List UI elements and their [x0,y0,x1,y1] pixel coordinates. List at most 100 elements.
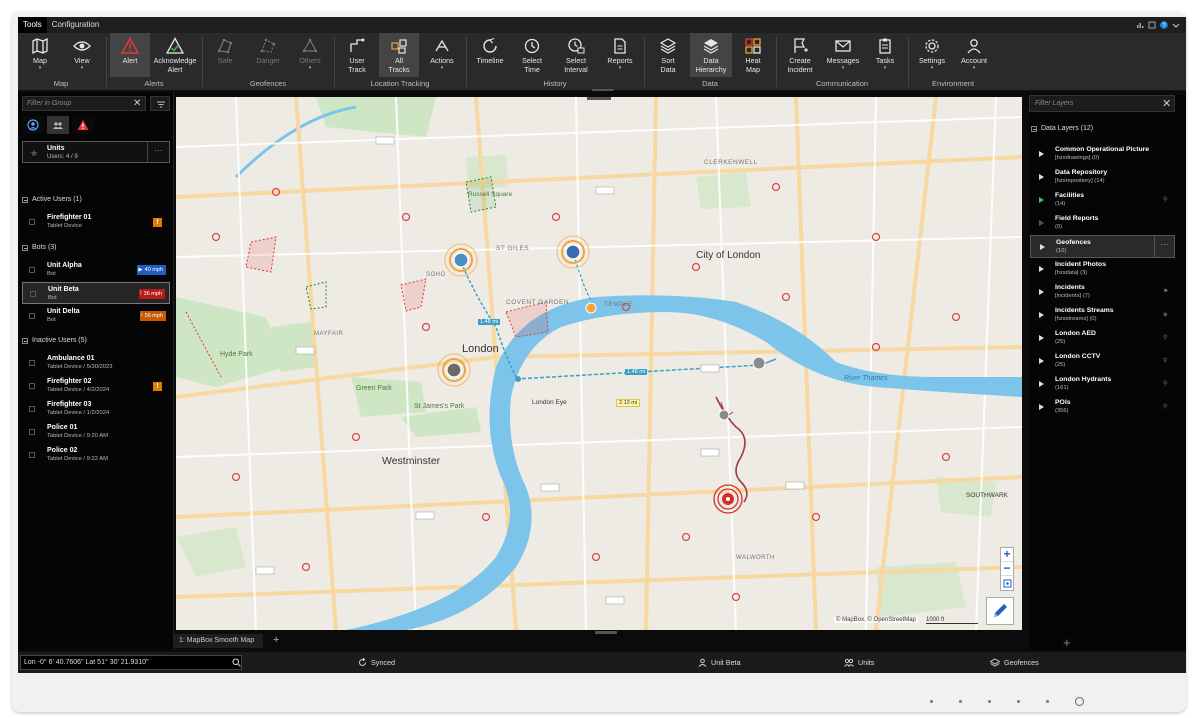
window-icon[interactable] [1148,21,1156,29]
draw-button[interactable] [986,597,1014,625]
layer-item[interactable]: Field Reports (0) [1030,212,1175,235]
list-item[interactable]: Unit Delta Bot ! 56 mph [22,305,170,327]
list-item[interactable]: Unit Alpha Bot ▶ 40 mph [22,259,170,281]
expand-icon[interactable] [1040,244,1045,250]
item-checkbox[interactable] [29,360,35,366]
map-canvas[interactable]: London City of London Westminster ST GIL… [176,97,1022,630]
item-checkbox[interactable] [29,383,35,389]
item-checkbox[interactable] [29,406,35,412]
item-checkbox[interactable] [29,219,35,225]
layer-filter-input[interactable]: Filter Layers [1029,95,1175,112]
tab-users[interactable] [22,116,44,134]
add-map-button[interactable]: + [273,634,279,647]
expand-icon[interactable] [1039,312,1044,318]
list-item[interactable]: Firefighter 03 Tablet Device / 1/2/2024 [22,398,170,420]
section-active-users[interactable]: Active Users (1) [22,196,82,203]
data-layers-header[interactable]: Data Layers (12) [1031,125,1093,132]
expand-icon[interactable] [1039,381,1044,387]
bezel-button[interactable] [930,700,933,703]
data-hierarchy-button[interactable]: Data Hierarchy [690,33,732,77]
tab-groups[interactable] [47,116,69,134]
list-item[interactable]: Ambulance 01 Tablet Device / 5/30/2023 [22,352,170,374]
item-checkbox[interactable] [30,291,36,297]
add-layer-button[interactable]: + [1063,635,1071,650]
list-item-selected[interactable]: Unit Beta Bot ! 36 mph [22,282,170,304]
expand-icon[interactable] [1039,197,1044,203]
units-group-card[interactable]: Units Users: 4 / 9 ··· [22,141,170,163]
item-checkbox[interactable] [29,429,35,435]
layer-item[interactable]: Common Operational Picture [hzsdrawings] … [1030,143,1175,166]
group-filter-input[interactable]: Filter in Group [22,96,146,111]
map-button[interactable]: Map ▾ [20,33,60,77]
layer-item[interactable]: POIs (356) ⚲ [1030,396,1175,419]
expand-icon[interactable] [1039,289,1044,295]
item-checkbox[interactable] [29,267,35,273]
expand-icon[interactable] [1039,174,1044,180]
units-status[interactable]: Units [844,658,874,667]
layer-item[interactable]: London Hydrants (161) ⚲ [1030,373,1175,396]
selected-unit-status[interactable]: Unit Beta [698,658,741,667]
search-icon[interactable] [232,658,241,667]
sort-data-button[interactable]: Sort Data [648,33,688,77]
expand-icon[interactable] [1039,220,1044,226]
close-icon[interactable]: ✕ [1162,97,1171,110]
expand-icon[interactable] [1039,358,1044,364]
close-icon[interactable]: ✕ [133,99,141,109]
coordinates-readout[interactable]: Lon -0° 6' 40.7606" Lat 51° 30' 21.9310" [20,655,242,670]
layer-item[interactable]: London CCTV (25) ⚲ [1030,350,1175,373]
collapse-icon[interactable] [22,337,28,344]
settings-button[interactable]: Settings ▾ [912,33,952,77]
tasks-button[interactable]: Tasks ▾ [866,33,904,77]
expand-icon[interactable] [1039,404,1044,410]
view-button[interactable]: View ▾ [62,33,102,77]
filter-button[interactable] [150,96,170,111]
tab-tools[interactable]: Tools [18,17,47,33]
acknowledge-alert-button[interactable]: Acknowledge Alert [152,33,198,77]
expand-icon[interactable] [1039,266,1044,272]
ribbon-collapse-handle[interactable] [592,89,614,91]
list-item[interactable]: Firefighter 01 Tablet Device ! [22,211,170,233]
section-bots[interactable]: Bots (3) [22,244,57,251]
layer-item[interactable]: London AED (25) ⚲ [1030,327,1175,350]
item-checkbox[interactable] [29,313,35,319]
layer-item[interactable]: Data Repository [hzsrepository] (14) [1030,166,1175,189]
expand-icon[interactable] [1039,335,1044,341]
zoom-out-button[interactable]: − [1001,562,1013,576]
chevron-down-icon[interactable] [1172,21,1180,29]
safe-button[interactable]: Safe [206,33,244,77]
others-button[interactable]: Others ▾ [290,33,330,77]
map-tab[interactable]: 1: MapBox Smooth Map [173,634,263,648]
list-item[interactable]: Police 01 Tablet Device / 9:20 AM [22,421,170,443]
danger-button[interactable]: Danger [248,33,288,77]
bezel-button[interactable] [1046,700,1049,703]
tab-alerts[interactable] [72,116,94,134]
power-icon[interactable] [1075,697,1084,706]
expand-icon[interactable] [1039,151,1044,157]
messages-button[interactable]: Messages ▾ [822,33,864,77]
collapse-icon[interactable] [22,244,28,251]
user-track-button[interactable]: User Track [338,33,376,77]
zoom-in-button[interactable]: + [1001,548,1013,562]
actions-button[interactable]: Actions ▾ [422,33,462,77]
layer-item[interactable]: Incidents [incidents] (7) ⚑ [1030,281,1175,304]
geofences-status[interactable]: Geofences [990,658,1039,667]
bezel-button[interactable] [959,700,962,703]
collapse-icon[interactable] [22,196,28,203]
layer-item[interactable]: Facilities (14) ⚲ [1030,189,1175,212]
section-inactive-users[interactable]: Inactive Users (5) [22,337,87,344]
item-checkbox[interactable] [29,452,35,458]
collapse-icon[interactable] [1031,125,1037,132]
help-icon[interactable]: ? [1160,21,1168,29]
create-incident-button[interactable]: Create Incident [780,33,820,77]
account-button[interactable]: Account ▾ [954,33,994,77]
more-options-icon[interactable]: ··· [1154,236,1174,257]
tab-configuration[interactable]: Configuration [47,17,105,33]
bezel-button[interactable] [1017,700,1020,703]
layer-item-selected[interactable]: Geofences (10) ··· [1030,235,1175,258]
layer-item[interactable]: Incidents Streams [hzsstreams] (0) ◈ [1030,304,1175,327]
timeline-button[interactable]: Timeline [470,33,510,77]
reports-button[interactable]: Reports ▾ [600,33,640,77]
heat-map-button[interactable]: Heat Map [734,33,772,77]
more-options-icon[interactable]: ··· [147,142,169,162]
list-item[interactable]: Police 02 Tablet Device / 9:22 AM [22,444,170,466]
